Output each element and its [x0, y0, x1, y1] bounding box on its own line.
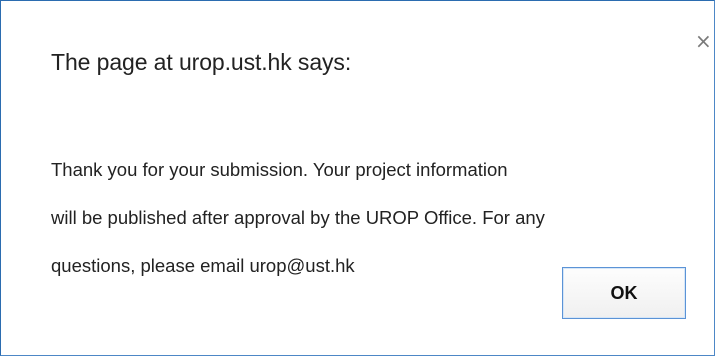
dialog-title: The page at urop.ust.hk says:	[51, 49, 352, 75]
ok-button[interactable]: OK	[562, 267, 686, 319]
alert-dialog: The page at urop.ust.hk says: × Thank yo…	[0, 0, 715, 356]
message-line: Thank you for your submission. Your proj…	[51, 159, 508, 180]
close-icon[interactable]: ×	[695, 31, 712, 51]
message-line: will be published after approval by the …	[51, 207, 545, 228]
